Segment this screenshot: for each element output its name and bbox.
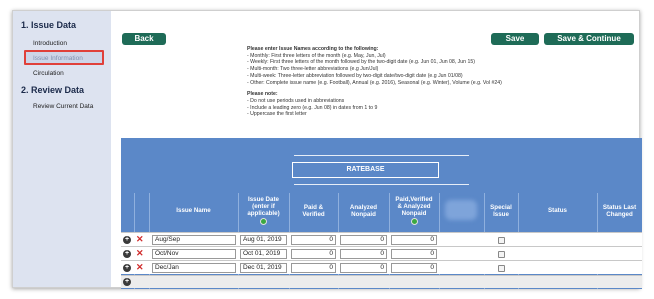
instruction-line: - Multi-week: Three-letter abbreviation … [247, 72, 463, 79]
paid-verified-input[interactable]: 0 [291, 235, 336, 245]
delete-x-icon[interactable]: ✕ [136, 262, 144, 272]
pvan-input[interactable]: 0 [391, 235, 437, 245]
plus-circle-icon[interactable]: + [123, 264, 131, 272]
paid-verified-input[interactable]: 0 [291, 249, 336, 259]
pvan-input[interactable]: 0 [391, 249, 437, 259]
issue-date-input[interactable]: Oct 01, 2019 [240, 249, 287, 259]
sidebar-item-introduction[interactable]: Introduction [33, 40, 67, 47]
sidebar-section-issue-data: 1. Issue Data [21, 20, 77, 30]
pvan-input[interactable]: 0 [391, 263, 437, 273]
paid-verified-input[interactable]: 0 [291, 263, 336, 273]
special-issue-checkbox[interactable] [498, 251, 505, 258]
issue-name-input[interactable]: Dec/Jan [152, 263, 236, 273]
col-header-status: Status [548, 207, 567, 214]
col-header-analyzed-nonpaid: Analyzed Nonpaid [349, 203, 378, 218]
back-button[interactable]: Back [122, 33, 166, 45]
note-line: - Uppercase the first letter [247, 111, 307, 118]
analyzed-nonpaid-input[interactable]: 0 [340, 249, 387, 259]
instructions-heading: Please enter Issue Names according to th… [247, 46, 379, 52]
plus-circle-icon[interactable]: + [123, 236, 131, 244]
add-row-bar: + [121, 275, 642, 288]
col-header-issue-name: Issue Name [176, 207, 211, 214]
col-header-special-issue: Special Issue [490, 203, 512, 218]
delete-x-icon[interactable]: ✕ [136, 234, 144, 244]
add-row-plus-icon[interactable]: + [123, 278, 131, 286]
special-issue-checkbox[interactable] [498, 237, 505, 244]
sidebar-section-review-data: 2. Review Data [21, 85, 85, 95]
col-header-status-last-changed: Status Last Changed [602, 203, 637, 218]
table-row: + ✕ Dec/Jan Dec 01, 2019 0 0 0 [121, 260, 642, 274]
ratebase-banner: RATEBASE [292, 162, 439, 178]
table-row: + ✕ Oct/Nov Oct 01, 2019 0 0 0 [121, 246, 642, 260]
special-issue-checkbox[interactable] [498, 265, 505, 272]
save-and-continue-button[interactable]: Save & Continue [544, 33, 634, 45]
issue-date-input[interactable]: Aug 01, 2019 [240, 235, 287, 245]
info-icon[interactable] [410, 218, 418, 225]
col-header-paid-verified-analyzed: Paid,Verified & Analyzed Nonpaid [389, 193, 439, 228]
instruction-line: - Weekly: First three letters of the mon… [247, 59, 475, 66]
sidebar-item-review-current-data[interactable]: Review Current Data [33, 103, 93, 110]
issue-date-input[interactable]: Dec 01, 2019 [240, 263, 287, 273]
instruction-line: - Multi-month: Two three-letter abbrevia… [247, 66, 379, 73]
sidebar-item-issue-information[interactable]: Issue Information [33, 55, 83, 62]
sidebar: 1. Issue Data Introduction Issue Informa… [13, 11, 111, 287]
note-line: - Include a leading zero (e.g. Jun 08) i… [247, 104, 378, 111]
instruction-line: - Other: Complete issue name (e.g. Footb… [247, 79, 502, 86]
note-line: - Do not use periods used in abbreviatio… [247, 97, 345, 104]
info-icon[interactable] [260, 218, 267, 225]
analyzed-nonpaid-input[interactable]: 0 [340, 263, 387, 273]
table-row: + ✕ Aug/Sep Aug 01, 2019 0 0 0 [121, 232, 642, 246]
instructions-block: Please enter Issue Names according to th… [247, 46, 547, 118]
analyzed-nonpaid-input[interactable]: 0 [340, 235, 387, 245]
note-heading: Please note: [247, 91, 278, 98]
sidebar-item-circulation[interactable]: Circulation [33, 70, 64, 77]
save-button[interactable]: Save [491, 33, 539, 45]
blurred-header [445, 200, 477, 220]
divider [294, 155, 469, 156]
divider [294, 184, 469, 185]
issue-name-input[interactable]: Aug/Sep [152, 235, 236, 245]
instruction-line: - Monthly: First three letters of the mo… [247, 52, 386, 59]
col-header-paid-verified: Paid & Verified [302, 203, 325, 218]
issue-name-input[interactable]: Oct/Nov [152, 249, 236, 259]
delete-x-icon[interactable]: ✕ [136, 248, 144, 258]
app-frame: 1. Issue Data Introduction Issue Informa… [12, 10, 642, 289]
ratebase-panel: RATEBASE Issue Name Issue Date (enter if… [121, 138, 642, 289]
col-header-issue-date: Issue Date (enter if applicable) [238, 193, 289, 228]
plus-circle-icon[interactable]: + [123, 250, 131, 258]
